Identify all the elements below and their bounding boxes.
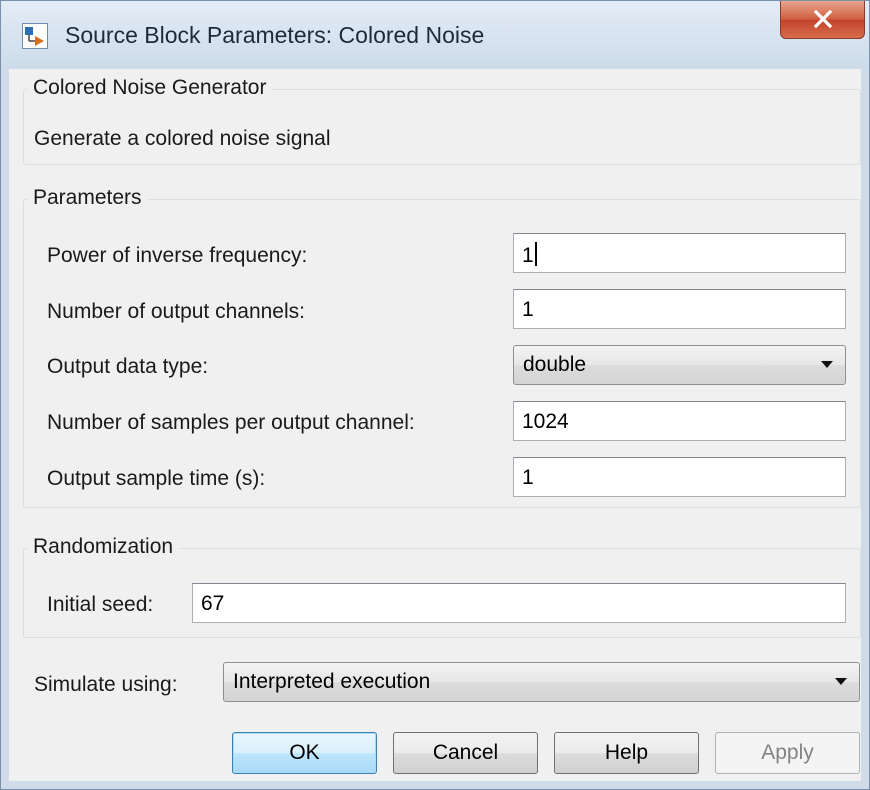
power-value: 1 [522, 244, 534, 267]
randomization-group-title: Randomization [27, 535, 180, 559]
simulate-label: Simulate using: [34, 673, 178, 696]
description-group-title: Colored Noise Generator [27, 76, 273, 100]
cancel-button[interactable]: Cancel [393, 732, 538, 774]
datatype-label: Output data type: [47, 355, 209, 378]
samples-input[interactable]: 1024 [513, 401, 846, 441]
ok-button[interactable]: OK [232, 732, 377, 774]
datatype-dropdown[interactable]: double [513, 345, 846, 385]
dropdown-arrow-icon [821, 361, 833, 368]
close-icon [813, 10, 833, 28]
dropdown-arrow-icon [835, 678, 847, 685]
simulate-dropdown[interactable]: Interpreted execution [223, 662, 860, 702]
title-bar[interactable]: Source Block Parameters: Colored Noise [1, 1, 869, 69]
power-label: Power of inverse frequency: [47, 244, 308, 267]
help-button[interactable]: Help [554, 732, 699, 774]
seed-label: Initial seed: [47, 593, 154, 616]
simulate-value: Interpreted execution [233, 670, 431, 693]
apply-button: Apply [715, 732, 860, 774]
power-input[interactable]: 1 [513, 233, 846, 273]
description-text: Generate a colored noise signal [34, 127, 331, 150]
dialog-body: Colored Noise Generator Generate a color… [9, 69, 861, 781]
window-title: Source Block Parameters: Colored Noise [65, 22, 485, 48]
simulink-block-icon [22, 23, 48, 49]
parameters-group-title: Parameters [27, 186, 148, 210]
channels-input[interactable]: 1 [513, 289, 846, 329]
samples-label: Number of samples per output channel: [47, 411, 415, 434]
text-caret [534, 242, 537, 266]
channels-label: Number of output channels: [47, 300, 305, 323]
seed-input[interactable]: 67 [192, 583, 846, 623]
dialog-window: Source Block Parameters: Colored Noise C… [0, 0, 870, 790]
datatype-value: double [523, 353, 587, 376]
sampletime-input[interactable]: 1 [513, 457, 846, 497]
close-button[interactable] [780, 1, 865, 39]
sampletime-label: Output sample time (s): [47, 467, 266, 490]
